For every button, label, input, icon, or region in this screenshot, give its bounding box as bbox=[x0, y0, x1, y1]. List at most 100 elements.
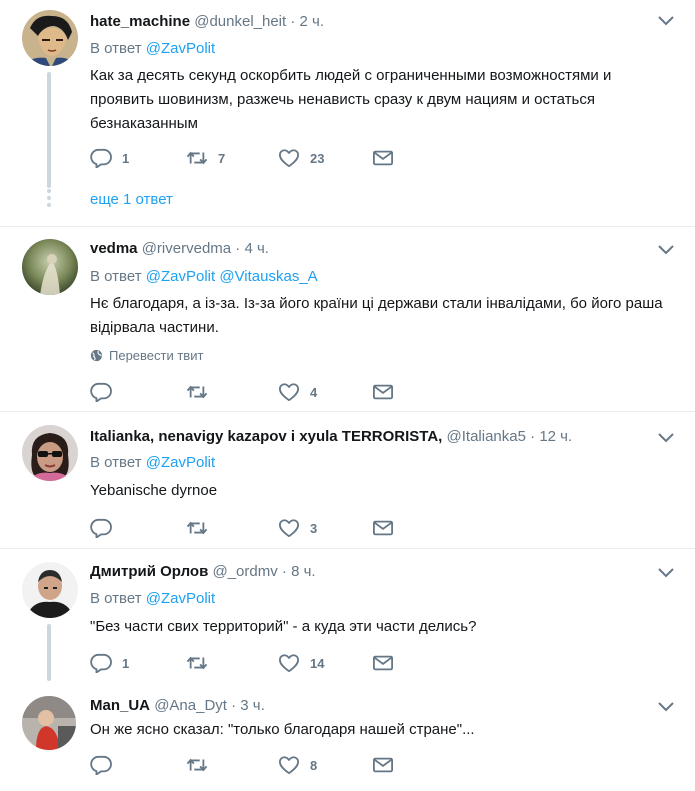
tweet-dmitry-orlov[interactable]: Дмитрий Орлов @_ordmv · 8 ч. В ответ @Za… bbox=[0, 549, 695, 681]
like-count: 4 bbox=[310, 384, 318, 400]
tweet-time[interactable]: 12 ч. bbox=[539, 428, 572, 445]
tweet-actions: 4 bbox=[90, 382, 410, 402]
translate-link[interactable]: Перевести твит bbox=[90, 348, 203, 363]
like-count: 23 bbox=[310, 150, 325, 166]
tweet-actions: 8 bbox=[90, 755, 410, 775]
retweet-button[interactable] bbox=[186, 653, 218, 673]
reply-to: В ответ @ZavPolit bbox=[90, 454, 216, 471]
envelope-icon bbox=[372, 148, 394, 168]
retweet-icon bbox=[186, 148, 208, 168]
tweet-time[interactable]: 3 ч. bbox=[240, 697, 265, 714]
reply-icon bbox=[90, 148, 112, 168]
reply-button[interactable]: 1 bbox=[90, 653, 129, 673]
tweet-time[interactable]: 4 ч. bbox=[244, 240, 269, 257]
retweet-button[interactable] bbox=[186, 518, 218, 538]
reply-to-link[interactable]: @ZavPolit bbox=[146, 454, 215, 471]
reply-to: В ответ @ZavPolit @Vitauskas_A bbox=[90, 268, 318, 285]
user-name[interactable]: hate_machine bbox=[90, 13, 190, 30]
retweet-icon bbox=[186, 755, 208, 775]
reply-button[interactable] bbox=[90, 518, 122, 538]
reply-button[interactable] bbox=[90, 755, 122, 775]
reply-count: 1 bbox=[122, 655, 130, 671]
heart-icon bbox=[278, 148, 300, 168]
chevron-down-icon[interactable] bbox=[656, 566, 676, 580]
reply-icon bbox=[90, 653, 112, 673]
envelope-icon bbox=[372, 518, 394, 538]
reply-to-link[interactable]: @ZavPolit bbox=[146, 268, 215, 285]
user-handle[interactable]: @rivervedma bbox=[142, 240, 231, 257]
user-name[interactable]: Man_UA bbox=[90, 697, 150, 714]
reply-to-link[interactable]: @ZavPolit bbox=[146, 40, 215, 57]
reply-icon bbox=[90, 518, 112, 538]
tweet-hate-machine[interactable]: hate_machine @dunkel_heit · 2 ч. В ответ… bbox=[0, 0, 695, 226]
like-button[interactable]: 3 bbox=[278, 518, 317, 538]
tweet-header: Дмитрий Орлов @_ordmv · 8 ч. bbox=[90, 563, 316, 580]
user-handle[interactable]: @Italianka5 bbox=[447, 428, 526, 445]
tweet-header: Italianka, nenavigy kazapov i xyula TERR… bbox=[90, 428, 573, 445]
show-more-replies-link[interactable]: еще 1 ответ bbox=[90, 191, 173, 208]
direct-message-button[interactable] bbox=[372, 653, 394, 673]
tweet-actions: 1 7 23 bbox=[90, 148, 410, 168]
heart-icon bbox=[278, 755, 300, 775]
chevron-down-icon[interactable] bbox=[656, 700, 676, 714]
tweet-actions: 3 bbox=[90, 518, 410, 538]
reply-to: В ответ @ZavPolit bbox=[90, 590, 216, 607]
user-handle[interactable]: @dunkel_heit bbox=[194, 13, 286, 30]
thread-dots bbox=[47, 189, 51, 210]
avatar[interactable] bbox=[22, 10, 78, 66]
direct-message-button[interactable] bbox=[372, 518, 394, 538]
tweet-text: "Без части свих территорий" - а куда эти… bbox=[90, 618, 477, 635]
chevron-down-icon[interactable] bbox=[656, 14, 676, 28]
tweet-header: Man_UA @Ana_Dyt · 3 ч. bbox=[90, 697, 265, 714]
like-count: 14 bbox=[310, 655, 325, 671]
avatar[interactable] bbox=[22, 696, 76, 750]
reply-to-link-2[interactable]: @Vitauskas_A bbox=[219, 268, 317, 285]
user-name[interactable]: Дмитрий Орлов bbox=[90, 563, 208, 580]
direct-message-button[interactable] bbox=[372, 755, 394, 775]
avatar[interactable] bbox=[22, 562, 78, 618]
globe-icon bbox=[90, 349, 103, 362]
direct-message-button[interactable] bbox=[372, 148, 394, 168]
heart-icon bbox=[278, 518, 300, 538]
user-name[interactable]: Italianka, nenavigy kazapov i xyula TERR… bbox=[90, 428, 442, 445]
like-button[interactable]: 14 bbox=[278, 653, 324, 673]
chevron-down-icon[interactable] bbox=[656, 431, 676, 445]
chevron-down-icon[interactable] bbox=[656, 243, 676, 257]
user-handle[interactable]: @_ordmv bbox=[212, 563, 277, 580]
like-count: 8 bbox=[310, 757, 318, 773]
like-button[interactable]: 8 bbox=[278, 755, 317, 775]
tweet-vedma[interactable]: vedma @rivervedma · 4 ч. В ответ @ZavPol… bbox=[0, 227, 695, 411]
like-count: 3 bbox=[310, 520, 318, 536]
retweet-icon bbox=[186, 382, 208, 402]
tweet-text: Он же ясно сказал: "только благодаря наш… bbox=[90, 721, 475, 738]
reply-icon bbox=[90, 755, 112, 775]
direct-message-button[interactable] bbox=[372, 382, 394, 402]
reply-to-link[interactable]: @ZavPolit bbox=[146, 590, 215, 607]
tweet-header: hate_machine @dunkel_heit · 2 ч. bbox=[90, 13, 325, 30]
reply-button[interactable] bbox=[90, 382, 122, 402]
avatar[interactable] bbox=[22, 425, 78, 481]
heart-icon bbox=[278, 653, 300, 673]
retweet-button[interactable]: 7 bbox=[186, 148, 225, 168]
user-handle[interactable]: @Ana_Dyt bbox=[154, 697, 227, 714]
reply-count: 1 bbox=[122, 150, 130, 166]
envelope-icon bbox=[372, 653, 394, 673]
tweet-man-ua[interactable]: Man_UA @Ana_Dyt · 3 ч. Он же ясно сказал… bbox=[0, 685, 695, 791]
avatar[interactable] bbox=[22, 239, 78, 295]
retweet-icon bbox=[186, 518, 208, 538]
user-name[interactable]: vedma bbox=[90, 240, 138, 257]
retweet-button[interactable] bbox=[186, 382, 218, 402]
like-button[interactable]: 23 bbox=[278, 148, 324, 168]
tweet-time[interactable]: 8 ч. bbox=[291, 563, 316, 580]
tweet-text: Нє благодаря, а із-за. Із-за його країни… bbox=[90, 295, 663, 336]
tweet-italianka[interactable]: Italianka, nenavigy kazapov i xyula TERR… bbox=[0, 412, 695, 548]
reply-button[interactable]: 1 bbox=[90, 148, 129, 168]
translate-label: Перевести твит bbox=[109, 348, 204, 363]
like-button[interactable]: 4 bbox=[278, 382, 317, 402]
reply-icon bbox=[90, 382, 112, 402]
retweet-button[interactable] bbox=[186, 755, 218, 775]
heart-icon bbox=[278, 382, 300, 402]
tweet-time[interactable]: 2 ч. bbox=[300, 13, 325, 30]
envelope-icon bbox=[372, 382, 394, 402]
retweet-count: 7 bbox=[218, 150, 226, 166]
